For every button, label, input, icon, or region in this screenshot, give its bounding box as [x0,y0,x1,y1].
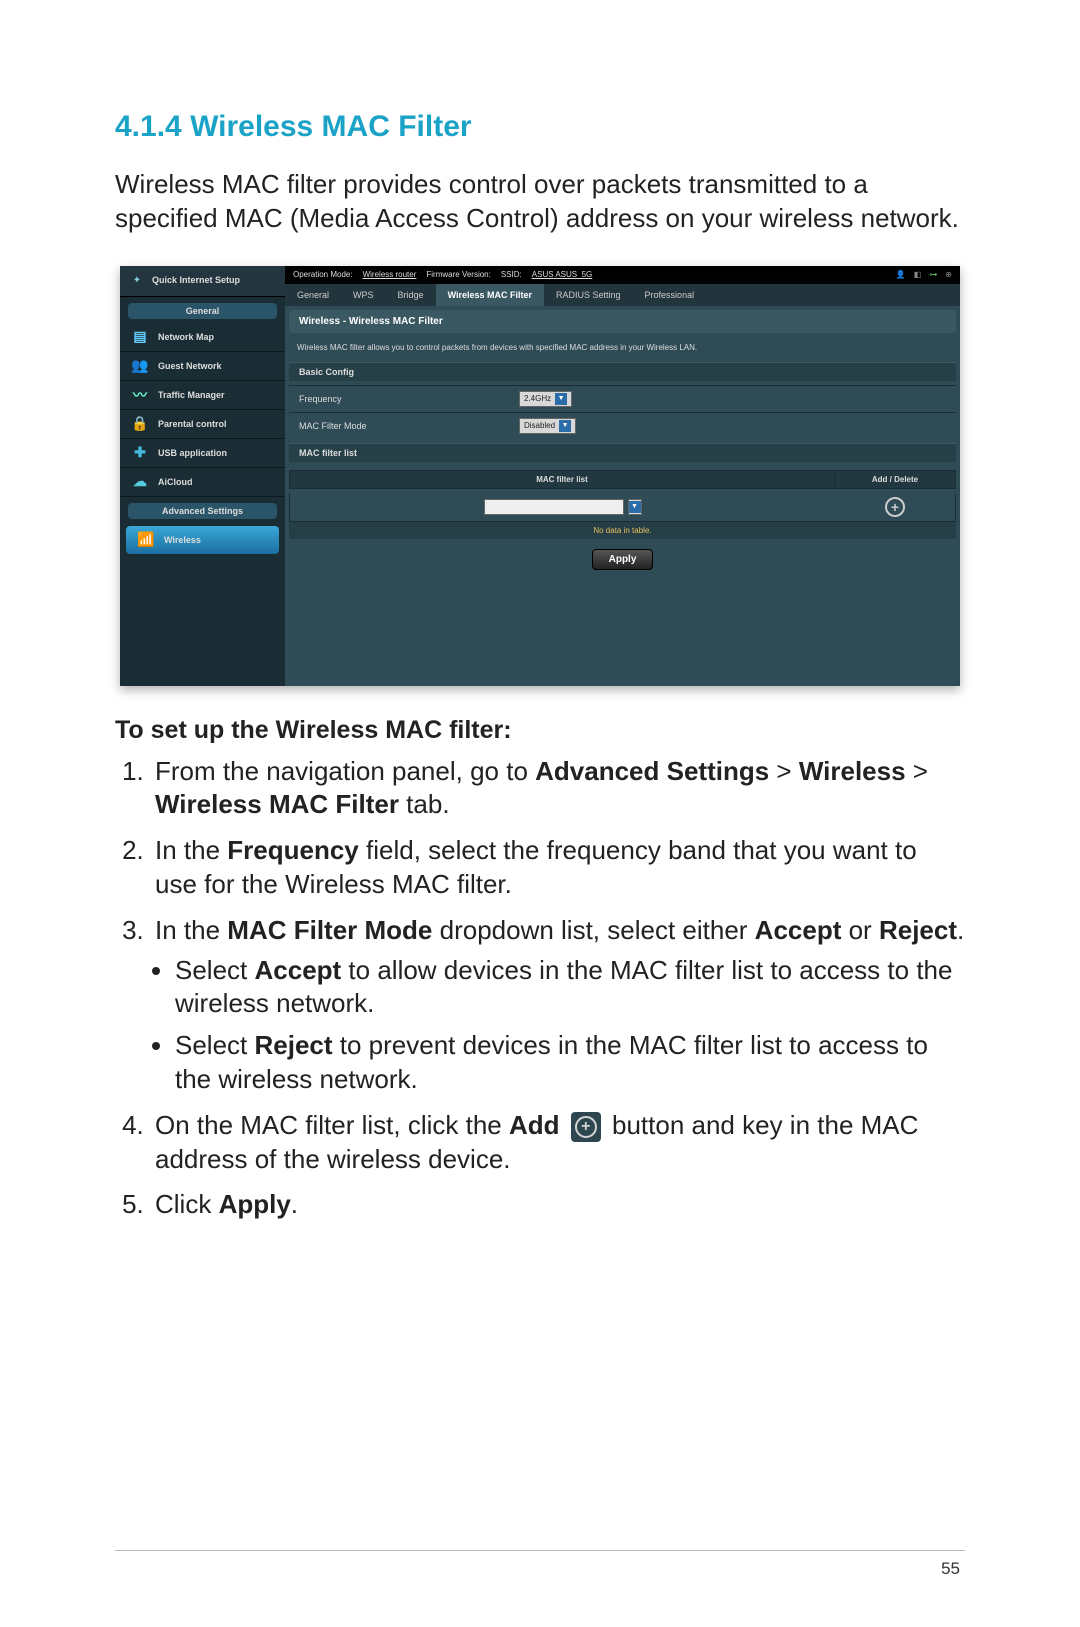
mac-filter-mode-row: MAC Filter Mode Disabled ▼ [289,412,956,439]
frequency-label: Frequency [289,389,509,409]
step-1: From the navigation panel, go to Advance… [151,755,965,823]
sidebar-item-label: USB application [158,448,227,458]
step-3-sublist: Select Accept to allow devices in the MA… [175,954,965,1097]
tab-bridge[interactable]: Bridge [386,284,436,306]
quick-setup-label: Quick Internet Setup [152,276,240,286]
mac-dropdown[interactable]: ▼ [628,499,642,515]
footer-divider [115,1550,965,1551]
no-data-message: No data in table. [289,522,956,539]
plus-icon: + [575,1116,597,1138]
usb-status-icon[interactable]: ⊶ [929,270,937,279]
wireless-tabs: General WPS Bridge Wireless MAC Filter R… [285,284,960,306]
status-icons: 👤 ◧ ⊶ ⊕ [896,270,952,279]
top-info-bar: Operation Mode: Wireless router Firmware… [285,266,960,284]
op-mode-label: Operation Mode: [293,270,353,279]
tab-general[interactable]: General [285,284,341,306]
sidebar-item-label: AiCloud [158,477,193,487]
router-ui-screenshot: ✦ Quick Internet Setup General ▤ Network… [120,266,960,686]
sidebar-item-label: Traffic Manager [158,390,225,400]
frequency-select[interactable]: 2.4GHz ▼ [519,391,572,407]
step-4: On the MAC filter list, click the Add + … [151,1109,965,1177]
category-advanced: Advanced Settings [128,503,277,519]
step-5: Click Apply. [151,1188,965,1222]
sidebar-item-guest-network[interactable]: 👥 Guest Network [120,352,285,381]
basic-config-header: Basic Config [289,362,956,381]
mac-address-input[interactable] [484,499,624,515]
sidebar-item-traffic-manager[interactable]: 〰 Traffic Manager [120,381,285,410]
frequency-value: 2.4GHz [524,394,551,403]
th-add-delete: Add / Delete [835,471,955,488]
step-2: In the Frequency field, select the frequ… [151,834,965,902]
category-general: General [128,303,277,319]
sidebar-item-label: Guest Network [158,361,222,371]
panel-title: Wireless - Wireless MAC Filter [289,310,956,333]
fw-label: Firmware Version: [426,270,490,279]
sidebar-item-aicloud[interactable]: ☁ AiCloud [120,468,285,497]
main-panel: Operation Mode: Wireless router Firmware… [285,266,960,686]
tab-mac-filter[interactable]: Wireless MAC Filter [436,284,544,306]
tab-professional[interactable]: Professional [633,284,707,306]
op-mode-value[interactable]: Wireless router [363,270,417,279]
sidebar-item-network-map[interactable]: ▤ Network Map [120,323,285,352]
usb-icon: ✚ [130,443,150,463]
add-button[interactable]: + [885,497,905,517]
th-mac-list: MAC filter list [290,471,835,488]
chevron-down-icon: ▼ [629,501,641,513]
sidebar-item-label: Network Map [158,332,214,342]
globe-icon[interactable]: ⊕ [945,270,952,279]
instructions-heading: To set up the Wireless MAC filter: [115,716,965,745]
chevron-down-icon: ▼ [559,420,571,432]
sidebar-item-label: Parental control [158,419,227,429]
section-title-text: Wireless MAC Filter [190,110,471,143]
intro-paragraph: Wireless MAC filter provides control ove… [115,168,965,236]
section-heading: 4.1.4 Wireless MAC Filter [115,110,965,144]
guest-network-icon: 👥 [130,356,150,376]
signal-icon[interactable]: ◧ [914,270,922,279]
apply-button[interactable]: Apply [592,549,654,570]
mac-table-header: MAC filter list Add / Delete [289,470,956,489]
mac-filter-mode-value: Disabled [524,421,555,430]
tab-wps[interactable]: WPS [341,284,386,306]
sidebar: ✦ Quick Internet Setup General ▤ Network… [120,266,285,686]
page-number: 55 [941,1559,960,1579]
inline-add-icon: + [571,1112,601,1142]
quick-internet-setup[interactable]: ✦ Quick Internet Setup [120,266,285,297]
lock-icon: 🔒 [130,414,150,434]
sidebar-item-label: Wireless [164,535,201,545]
chevron-down-icon: ▼ [555,393,567,405]
sidebar-item-usb-app[interactable]: ✚ USB application [120,439,285,468]
ssid-value: ASUS ASUS_5G [532,270,592,279]
user-icon[interactable]: 👤 [896,270,906,279]
mac-filter-mode-label: MAC Filter Mode [289,416,509,436]
sidebar-item-wireless[interactable]: 📶 Wireless [126,526,279,554]
mac-filter-mode-select[interactable]: Disabled ▼ [519,418,576,434]
step-3b: Select Reject to prevent devices in the … [175,1029,965,1097]
step-3: In the MAC Filter Mode dropdown list, se… [151,914,965,1097]
tab-radius[interactable]: RADIUS Setting [544,284,633,306]
mac-input-row: ▼ + [289,493,956,522]
network-map-icon: ▤ [130,327,150,347]
sidebar-item-parental-control[interactable]: 🔒 Parental control [120,410,285,439]
panel-description: Wireless MAC filter allows you to contro… [285,337,960,358]
ssid-label: SSID: [501,270,522,279]
step-3a: Select Accept to allow devices in the MA… [175,954,965,1022]
magic-wand-icon: ✦ [128,272,146,290]
cloud-icon: ☁ [130,472,150,492]
frequency-row: Frequency 2.4GHz ▼ [289,385,956,412]
wifi-icon: 📶 [136,530,156,550]
mac-filter-list-header: MAC filter list [289,443,956,462]
section-number: 4.1.4 [115,110,182,143]
steps-list: From the navigation panel, go to Advance… [115,755,965,1223]
traffic-icon: 〰 [130,385,150,405]
